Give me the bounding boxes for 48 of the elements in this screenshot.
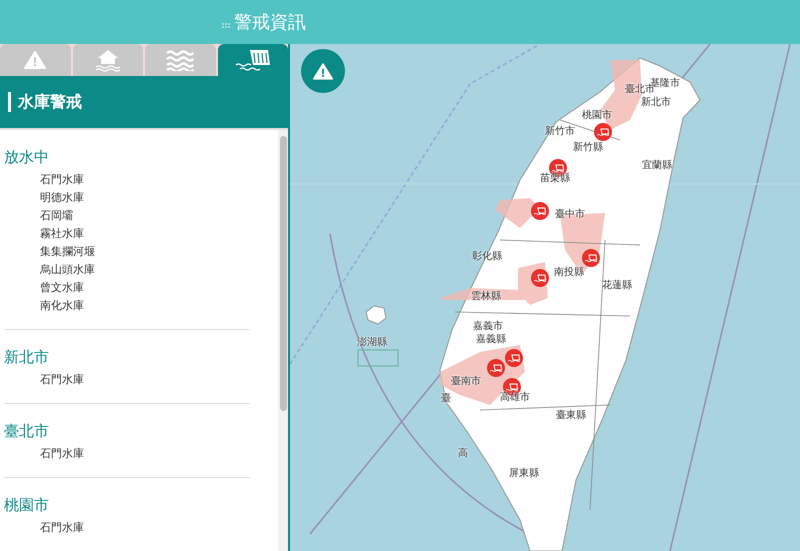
map-label: 嘉義縣 xyxy=(476,332,506,346)
reservoir-item[interactable]: 霧社水庫 xyxy=(4,225,250,243)
map-label: 臺東縣 xyxy=(556,408,586,422)
category-tab[interactable] xyxy=(218,44,288,76)
dam-icon xyxy=(234,48,271,72)
panel-title: 水庫警戒 xyxy=(8,92,82,112)
scrollbar[interactable] xyxy=(278,130,288,551)
map-label: 臺南市 xyxy=(451,374,481,388)
map-label: 澎湖縣 xyxy=(357,336,387,349)
reservoir-item[interactable]: 石門水庫 xyxy=(4,519,250,537)
group-heading: 桃園市 xyxy=(4,496,50,515)
reservoir-item[interactable]: 烏山頭水庫 xyxy=(4,261,250,279)
map-label: 宜蘭縣 xyxy=(642,158,672,172)
group-heading: 新北市 xyxy=(4,348,50,367)
map-label: 南投縣 xyxy=(554,266,584,279)
reservoir-item[interactable]: 石門水庫 xyxy=(4,371,250,389)
reservoir-item[interactable]: 曾文水庫 xyxy=(4,279,250,297)
map-label: 雲林縣 xyxy=(471,290,501,303)
group-heading: 臺北市 xyxy=(4,422,50,441)
scrollbar-thumb[interactable] xyxy=(280,136,286,411)
group-heading: 放水中 xyxy=(4,148,50,167)
map-label: 屏東縣 xyxy=(509,466,539,480)
reservoir-item[interactable]: 南化水庫 xyxy=(4,297,250,315)
reservoir-item[interactable]: 集集攔河堰 xyxy=(4,243,250,261)
map-label: 嘉義市 xyxy=(473,320,503,333)
map-label: 桃園市 xyxy=(582,108,612,122)
reservoir-item[interactable]: 石門水庫 xyxy=(4,171,250,189)
reservoir-item[interactable]: 石門水庫 xyxy=(4,445,250,463)
warning-button[interactable] xyxy=(301,49,345,93)
map-label: 花蓮縣 xyxy=(602,278,632,292)
map-label: 臺中市 xyxy=(555,208,585,221)
map-label: 新北市 xyxy=(641,96,671,109)
house-flood-icon xyxy=(94,48,122,72)
map-label: 新竹縣 xyxy=(573,140,603,154)
map-label: 高 xyxy=(458,446,468,460)
warning-icon xyxy=(24,51,46,69)
map-label: 新竹市 xyxy=(545,124,575,138)
dots-icon xyxy=(222,23,230,29)
warning-icon xyxy=(313,62,333,80)
waves-icon xyxy=(166,49,194,71)
islands-drawing xyxy=(358,305,398,366)
map-label: 苗栗縣 xyxy=(540,172,570,185)
map-label: 彰化縣 xyxy=(472,250,502,263)
app-title: 警戒資訊 xyxy=(234,11,306,34)
map-label: 高雄市 xyxy=(500,390,530,404)
reservoir-item[interactable]: 明德水庫 xyxy=(4,189,250,207)
map-label: 臺 xyxy=(441,392,451,405)
reservoir-item[interactable]: 石岡壩 xyxy=(4,207,250,225)
